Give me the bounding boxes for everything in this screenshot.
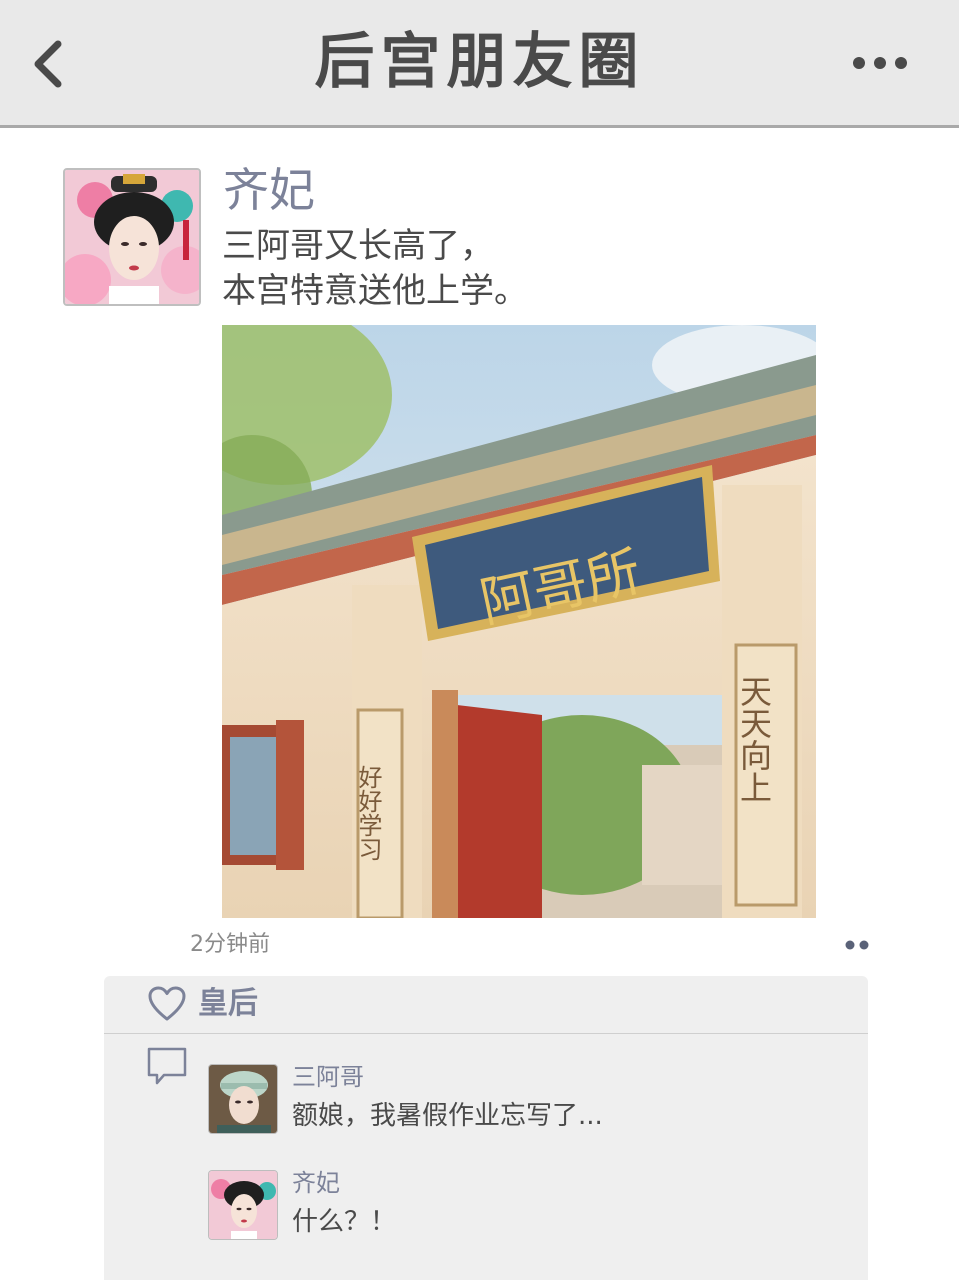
author-avatar[interactable] <box>63 168 201 306</box>
more-button[interactable] <box>851 52 909 74</box>
author-name[interactable]: 齐妃 <box>223 160 315 220</box>
prince-portrait-image <box>209 1065 277 1133</box>
likes-row: 皇后 <box>104 976 868 1034</box>
like-button[interactable] <box>148 986 186 1022</box>
commenter-name[interactable]: 三阿哥 <box>292 1060 364 1094</box>
left-couplet: 好好学习 <box>354 765 382 861</box>
consort-portrait-image <box>65 170 199 304</box>
consort-portrait-image <box>209 1171 277 1239</box>
commenter-avatar[interactable] <box>208 1064 278 1134</box>
post-options-button[interactable] <box>842 936 872 954</box>
post-timestamp: 2分钟前 <box>190 932 270 957</box>
commenter-name[interactable]: 齐妃 <box>292 1166 340 1200</box>
comment-text: 额娘，我暑假作业忘写了... <box>292 1101 603 1131</box>
comment-item: 齐妃 什么？！ <box>208 1169 848 1250</box>
post-text: 三阿哥又长高了， 本宫特意送他上学。 <box>222 226 528 311</box>
page-title: 后宫朋友圈 <box>314 27 645 97</box>
top-nav-bar: 后宫朋友圈 <box>0 0 959 128</box>
liked-by-names[interactable]: 皇后 <box>198 982 258 1026</box>
interaction-panel: 皇后 三阿哥 额娘，我暑假作业忘写了... 齐妃 什么？！ <box>104 976 868 1280</box>
commenter-avatar[interactable] <box>208 1170 278 1240</box>
comment-item: 三阿哥 额娘，我暑假作业忘写了... <box>208 1063 848 1144</box>
heart-icon <box>148 986 186 1021</box>
two-dots-icon <box>845 940 869 950</box>
more-horizontal-icon <box>853 57 907 69</box>
right-couplet: 天天向上 <box>735 675 773 803</box>
post-photo[interactable]: 阿哥所 好好学习 天天向上 <box>222 325 816 918</box>
comment-text: 什么？！ <box>292 1207 397 1237</box>
comment-bubble-icon <box>146 1046 188 1086</box>
school-gate-illustration: 阿哥所 好好学习 天天向上 <box>222 325 816 918</box>
